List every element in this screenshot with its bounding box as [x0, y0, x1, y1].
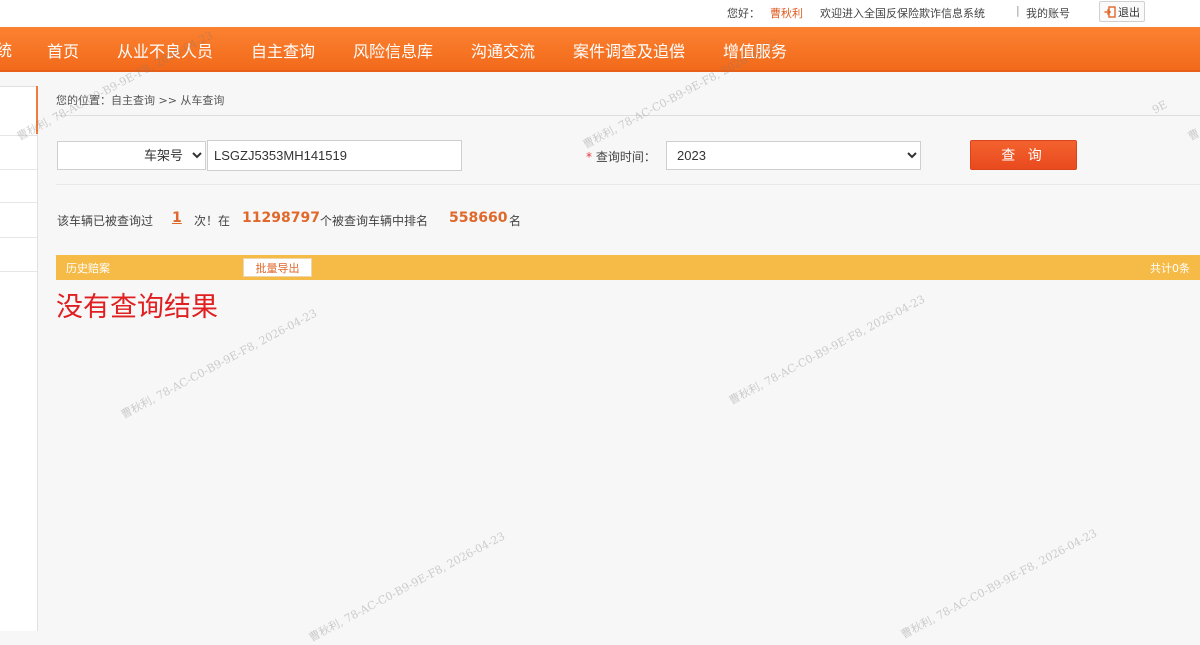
nav-item-value-added[interactable]: 增值服务: [723, 38, 787, 62]
nav-item-risk-database[interactable]: 风险信息库: [353, 38, 433, 62]
nav-item-communication[interactable]: 沟通交流: [471, 38, 535, 62]
batch-export-button[interactable]: 批量导出: [243, 258, 312, 277]
divider: [56, 115, 1200, 116]
history-claims-bar: 历史赔案 批量导出 共计0条: [56, 255, 1200, 280]
left-sidebar: [0, 86, 38, 631]
sidebar-active-indicator: [36, 86, 38, 134]
main-nav: 统 首页 从业不良人员 自主查询 风险信息库 沟通交流 案件调查及追偿 增值服务: [0, 27, 1200, 72]
sidebar-item[interactable]: [0, 271, 37, 272]
search-button[interactable]: 查 询: [970, 140, 1077, 170]
watermark: 曹秋利, 78-AC-C0-B9-9E-F8, 2026-04-23: [306, 529, 508, 645]
watermark: 曹秋利, 78-AC-C0-B9-9E-F8, 2026-04-23: [726, 292, 928, 408]
my-account-link[interactable]: 我的账号: [1026, 5, 1070, 21]
sidebar-item[interactable]: [0, 202, 37, 203]
query-count-link[interactable]: 1: [172, 210, 182, 226]
top-bar: 您好： 曹秋利 欢迎进入全国反保险欺诈信息系统 | 我的账号 退出: [0, 0, 1200, 27]
query-time-text: 查询时间：: [595, 150, 656, 164]
logout-icon: [1104, 5, 1116, 18]
vin-input[interactable]: [207, 140, 462, 171]
watermark: 曹: [1185, 126, 1200, 144]
history-title: 历史赔案: [66, 262, 110, 275]
breadcrumb: 您的位置：自主查询 >> 从车查询: [56, 94, 225, 107]
stats-rank-text: 个被查询车辆中排名: [320, 214, 429, 228]
nav-item-self-query[interactable]: 自主查询: [251, 38, 315, 62]
sidebar-item[interactable]: [0, 135, 37, 136]
rank-value: 558660: [449, 210, 508, 226]
stats-middle: 次！在: [194, 214, 231, 228]
welcome-text: 欢迎进入全国反保险欺诈信息系统: [820, 7, 985, 20]
total-count: 共计0条: [1150, 262, 1190, 275]
query-year-select[interactable]: 2023: [666, 141, 921, 170]
total-vehicles-count: 11298797: [242, 210, 320, 226]
separator: |: [1016, 4, 1020, 17]
watermark: 曹秋利, 78-AC-C0-B9-9E-F8, 2026-04-23: [898, 526, 1100, 642]
query-type-select[interactable]: 车架号: [57, 141, 206, 170]
logo-fragment: 统: [0, 41, 13, 60]
stats-prefix: 该车辆已被查询过: [57, 214, 154, 228]
query-time-label: * 查询时间：: [586, 148, 656, 165]
greeting-label: 您好：: [727, 7, 760, 20]
username-link[interactable]: 曹秋利: [770, 5, 803, 21]
logout-button[interactable]: 退出: [1099, 1, 1145, 22]
sidebar-item[interactable]: [0, 169, 37, 170]
stats-suffix: 名: [509, 214, 522, 228]
divider: [56, 184, 1200, 185]
nav-item-bad-practitioners[interactable]: 从业不良人员: [117, 38, 213, 62]
sidebar-item[interactable]: [0, 237, 37, 238]
nav-item-case-investigation[interactable]: 案件调查及追偿: [573, 38, 685, 62]
nav-item-home[interactable]: 首页: [47, 38, 79, 62]
required-mark: *: [586, 150, 592, 164]
no-result-message: 没有查询结果: [56, 292, 218, 323]
logout-label: 退出: [1118, 5, 1140, 19]
watermark: 9E: [1150, 97, 1170, 117]
